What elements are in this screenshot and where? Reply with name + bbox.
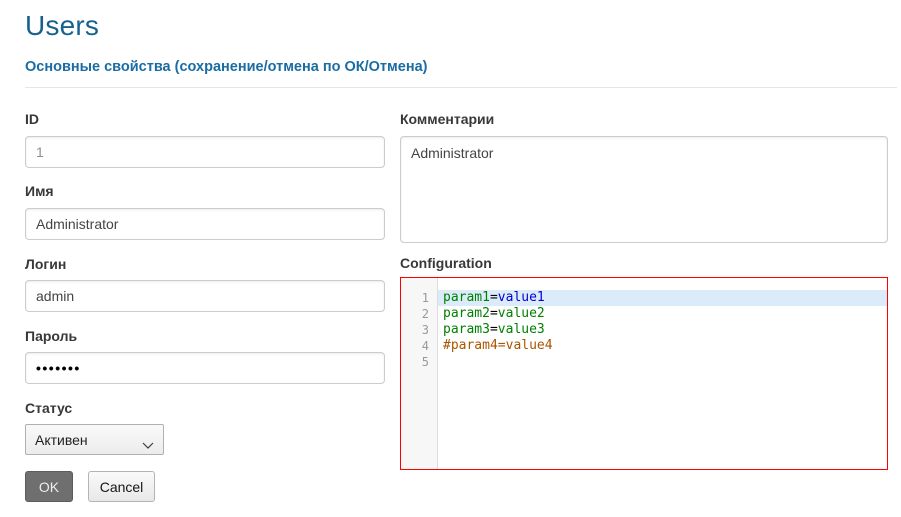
comments-textarea[interactable]: Administrator <box>400 136 888 243</box>
code-token: param1 <box>443 290 490 305</box>
code-token: value3 <box>498 322 545 337</box>
code-token: param2 <box>443 306 490 321</box>
configuration-editor[interactable]: 1 2 3 4 5 param1=value1 param2=value2 pa… <box>400 277 888 470</box>
section-heading: Основные свойства (сохранение/отмена по … <box>25 59 427 75</box>
editor-line-number-gutter: 1 2 3 4 5 <box>401 278 438 469</box>
code-line: param3=value3 <box>438 322 887 338</box>
password-input[interactable] <box>25 352 385 384</box>
page-title: Users <box>25 10 99 42</box>
name-label: Имя <box>25 183 54 199</box>
code-token: value1 <box>498 290 545 305</box>
ok-button[interactable]: OK <box>25 471 73 502</box>
login-label: Логин <box>25 256 66 272</box>
code-token: = <box>490 306 498 321</box>
code-line: param2=value2 <box>438 306 887 322</box>
editor-code-area[interactable]: param1=value1 param2=value2 param3=value… <box>438 278 887 469</box>
code-token: param3 <box>443 322 490 337</box>
code-token: = <box>490 322 498 337</box>
cancel-button[interactable]: Cancel <box>88 471 155 502</box>
divider <box>25 87 897 88</box>
status-select-wrap: Активен <box>25 424 164 455</box>
name-input[interactable] <box>25 208 385 240</box>
line-number: 1 <box>401 290 429 306</box>
code-line: #param4=value4 <box>438 338 887 354</box>
id-input[interactable] <box>25 136 385 168</box>
code-token: #param4=value4 <box>443 338 553 353</box>
line-number: 5 <box>401 354 429 370</box>
login-input[interactable] <box>25 280 385 312</box>
line-number: 2 <box>401 306 429 322</box>
code-line-active: param1=value1 <box>438 290 887 306</box>
status-label: Статус <box>25 400 72 416</box>
configuration-label: Configuration <box>400 255 492 271</box>
code-token: = <box>490 290 498 305</box>
id-label: ID <box>25 111 39 127</box>
password-label: Пароль <box>25 328 77 344</box>
line-number: 3 <box>401 322 429 338</box>
code-token: value2 <box>498 306 545 321</box>
comments-label: Комментарии <box>400 111 494 127</box>
status-select[interactable]: Активен <box>25 424 164 455</box>
users-form-page: Users Основные свойства (сохранение/отме… <box>0 0 901 517</box>
code-line <box>438 354 887 370</box>
line-number: 4 <box>401 338 429 354</box>
